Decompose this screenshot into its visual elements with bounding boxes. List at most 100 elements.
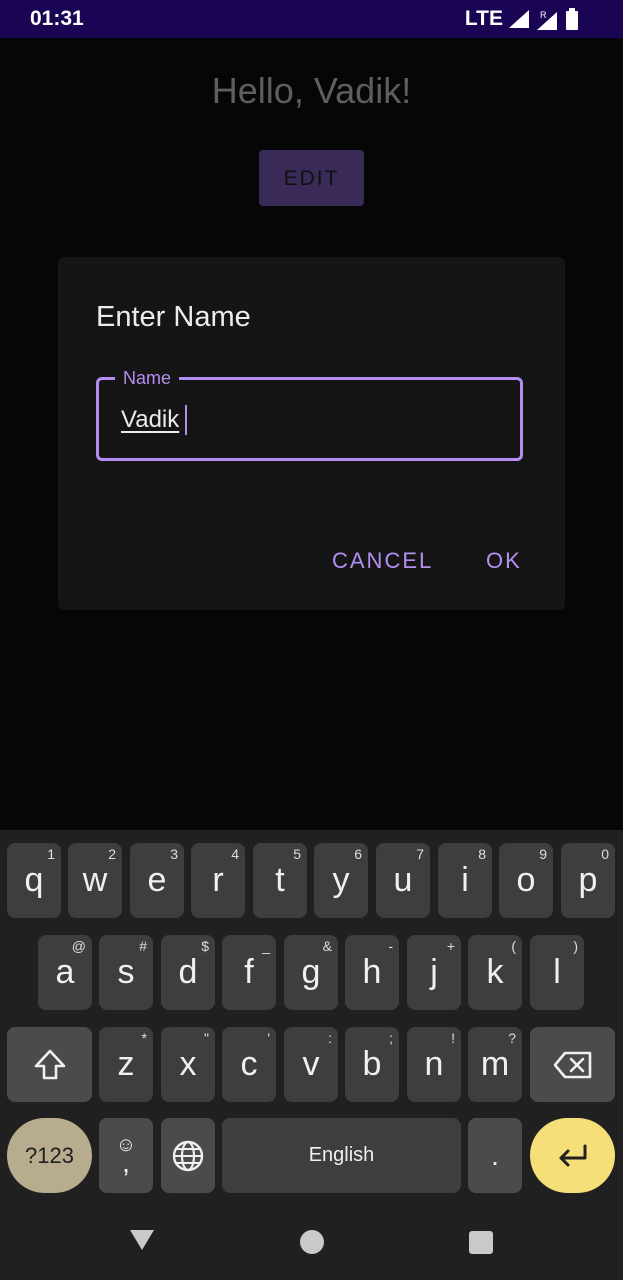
emoji-comma-key[interactable]: ☺ , bbox=[99, 1118, 153, 1193]
home-icon[interactable] bbox=[300, 1230, 324, 1254]
key-letter: c bbox=[240, 1045, 258, 1083]
key-letter: q bbox=[24, 861, 44, 899]
key-letter: e bbox=[147, 861, 167, 899]
key-alt: + bbox=[446, 938, 455, 954]
language-key[interactable] bbox=[161, 1118, 215, 1193]
backspace-key[interactable] bbox=[530, 1027, 615, 1102]
key-alt: ( bbox=[511, 938, 516, 954]
key-letter: x bbox=[179, 1045, 197, 1083]
key-alt: 9 bbox=[539, 846, 547, 862]
back-icon[interactable] bbox=[130, 1230, 154, 1250]
key-m[interactable]: m? bbox=[468, 1027, 522, 1102]
backspace-icon bbox=[553, 1051, 591, 1078]
key-alt: ! bbox=[451, 1030, 455, 1046]
key-alt: 3 bbox=[170, 846, 178, 862]
enter-name-dialog: Enter Name Name Vadik CANCEL OK bbox=[58, 257, 565, 610]
key-alt: _ bbox=[262, 938, 270, 954]
key-alt: 2 bbox=[108, 846, 116, 862]
key-alt: 8 bbox=[478, 846, 486, 862]
key-i[interactable]: i8 bbox=[438, 843, 492, 918]
key-x[interactable]: x " bbox=[161, 1027, 215, 1102]
key-alt: 5 bbox=[293, 846, 301, 862]
key-alt: @ bbox=[71, 938, 86, 954]
name-input-value: Vadik bbox=[121, 406, 180, 433]
text-cursor bbox=[185, 405, 187, 435]
key-letter: p bbox=[578, 861, 598, 899]
key-w[interactable]: w2 bbox=[68, 843, 122, 918]
key-alt: $ bbox=[201, 938, 209, 954]
key-k[interactable]: k( bbox=[468, 935, 522, 1010]
key-g[interactable]: g & bbox=[284, 935, 338, 1010]
key-v[interactable]: v: bbox=[284, 1027, 338, 1102]
key-alt: " bbox=[204, 1030, 209, 1046]
key-s[interactable]: s # bbox=[99, 935, 153, 1010]
key-letter: r bbox=[212, 861, 224, 899]
key-letter: m bbox=[480, 1045, 510, 1083]
key-alt: 7 bbox=[416, 846, 424, 862]
key-r[interactable]: r4 bbox=[191, 843, 245, 918]
key-o[interactable]: o9 bbox=[499, 843, 553, 918]
symbols-key[interactable]: ?123 bbox=[7, 1118, 92, 1193]
key-l[interactable]: l) bbox=[530, 935, 584, 1010]
key-alt: ) bbox=[573, 938, 578, 954]
name-field[interactable]: Name Vadik bbox=[96, 367, 523, 461]
key-alt: # bbox=[139, 938, 147, 954]
greeting-text: Hello, Vadik! bbox=[211, 70, 412, 111]
navigation-bar bbox=[0, 1207, 623, 1280]
key-a[interactable]: a @ bbox=[38, 935, 92, 1010]
key-letter: y bbox=[332, 861, 350, 899]
recents-icon[interactable] bbox=[469, 1231, 493, 1254]
key-letter: f bbox=[244, 953, 254, 991]
shift-icon bbox=[34, 1049, 65, 1079]
key-alt: 1 bbox=[47, 846, 55, 862]
key-h[interactable]: h- bbox=[345, 935, 399, 1010]
key-d[interactable]: d $ bbox=[161, 935, 215, 1010]
globe-icon bbox=[172, 1140, 204, 1171]
key-alt: ' bbox=[267, 1030, 270, 1046]
edit-button[interactable]: EDIT bbox=[259, 150, 364, 206]
key-y[interactable]: y6 bbox=[314, 843, 368, 918]
key-p[interactable]: p0 bbox=[561, 843, 615, 918]
status-time: 01:31 bbox=[30, 7, 84, 30]
shift-key[interactable] bbox=[7, 1027, 92, 1102]
cancel-button[interactable]: CANCEL bbox=[332, 548, 433, 574]
name-input[interactable]: Vadik bbox=[121, 406, 179, 434]
key-n[interactable]: n! bbox=[407, 1027, 461, 1102]
status-bar: 01:31 LTE R bbox=[0, 0, 623, 38]
enter-icon bbox=[559, 1144, 586, 1166]
key-letter: d bbox=[178, 953, 198, 991]
key-letter: i bbox=[461, 861, 469, 899]
key-t[interactable]: t5 bbox=[253, 843, 307, 918]
key-e[interactable]: e3 bbox=[130, 843, 184, 918]
key-alt: 4 bbox=[231, 846, 239, 862]
battery-icon bbox=[566, 8, 578, 30]
key-b[interactable]: b; bbox=[345, 1027, 399, 1102]
key-letter: b bbox=[362, 1045, 382, 1083]
name-field-label: Name bbox=[115, 367, 180, 389]
ok-button[interactable]: OK bbox=[486, 548, 522, 574]
key-letter: l bbox=[553, 953, 561, 991]
key-c[interactable]: c ' bbox=[222, 1027, 276, 1102]
key-alt: ? bbox=[508, 1030, 516, 1046]
key-alt: - bbox=[388, 938, 393, 954]
signal-icon bbox=[509, 10, 529, 28]
key-letter: a bbox=[55, 953, 75, 991]
space-key[interactable]: English bbox=[222, 1118, 461, 1193]
key-z[interactable]: z * bbox=[99, 1027, 153, 1102]
key-j[interactable]: j + bbox=[407, 935, 461, 1010]
enter-key[interactable] bbox=[530, 1118, 615, 1193]
key-letter: g bbox=[301, 953, 321, 991]
key-letter: o bbox=[516, 861, 536, 899]
key-alt: 0 bbox=[601, 846, 609, 862]
key-letter: j bbox=[430, 953, 438, 991]
key-q[interactable]: q1 bbox=[7, 843, 61, 918]
key-letter: h bbox=[362, 953, 382, 991]
key-letter: n bbox=[424, 1045, 444, 1083]
key-letter: k bbox=[486, 953, 504, 991]
key-letter: z bbox=[117, 1045, 135, 1083]
key-letter: w bbox=[82, 861, 108, 899]
period-key[interactable]: . bbox=[468, 1118, 522, 1193]
key-f[interactable]: f _ bbox=[222, 935, 276, 1010]
key-u[interactable]: u7 bbox=[376, 843, 430, 918]
soft-keyboard: q1 w2 e3 r4 t5 y6 u7 i8 o9 p0 a @ s # d $ f… bbox=[0, 830, 623, 1207]
